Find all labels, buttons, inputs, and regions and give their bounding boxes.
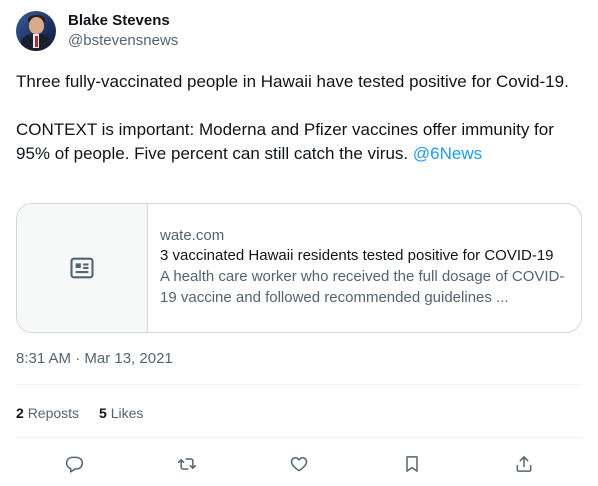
- author-display-name[interactable]: Blake Stevens: [68, 11, 178, 31]
- bookmark-button[interactable]: [401, 453, 423, 475]
- likes-stat[interactable]: 5 Likes: [99, 403, 143, 423]
- repost-icon: [177, 458, 196, 470]
- card-body: wate.com 3 vaccinated Hawaii residents t…: [148, 204, 581, 332]
- likes-count: 5: [99, 405, 107, 421]
- card-thumbnail: [17, 204, 148, 332]
- card-description: A health care worker who received the fu…: [160, 268, 565, 306]
- tweet-text: Three fully-vaccinated people in Hawaii …: [16, 70, 580, 166]
- share-icon: [516, 456, 532, 472]
- likes-label: Likes: [110, 405, 144, 421]
- like-button[interactable]: [288, 453, 310, 475]
- mention-link[interactable]: @6News: [413, 144, 482, 163]
- repost-button[interactable]: [176, 453, 198, 475]
- avatar[interactable]: [16, 11, 56, 51]
- bookmark-icon: [405, 456, 418, 472]
- tweet-header: Blake Stevens @bstevensnews: [16, 11, 178, 51]
- divider: [16, 384, 582, 385]
- author-names: Blake Stevens @bstevensnews: [68, 11, 178, 51]
- link-card[interactable]: wate.com 3 vaccinated Hawaii residents t…: [16, 203, 582, 333]
- like-icon: [290, 457, 308, 472]
- reply-icon: [65, 456, 84, 473]
- card-domain: wate.com: [160, 227, 225, 244]
- reposts-count: 2: [16, 405, 24, 421]
- reply-button[interactable]: [63, 453, 85, 475]
- tweet-timestamp[interactable]: 8:31 AM · Mar 13, 2021: [16, 349, 173, 369]
- tweet: Blake Stevens @bstevensnews Three fully-…: [0, 0, 598, 486]
- divider: [16, 437, 582, 438]
- article-icon: [70, 257, 94, 279]
- tweet-stats: 2 Reposts 5 Likes: [16, 403, 163, 423]
- card-title: 3 vaccinated Hawaii residents tested pos…: [160, 247, 554, 264]
- author-handle[interactable]: @bstevensnews: [68, 31, 178, 51]
- action-bar: [16, 451, 582, 477]
- reposts-stat[interactable]: 2 Reposts: [16, 403, 79, 423]
- tweet-text-line1: Three fully-vaccinated people in Hawaii …: [16, 72, 569, 91]
- reposts-label: Reposts: [27, 405, 80, 421]
- share-button[interactable]: [513, 453, 535, 475]
